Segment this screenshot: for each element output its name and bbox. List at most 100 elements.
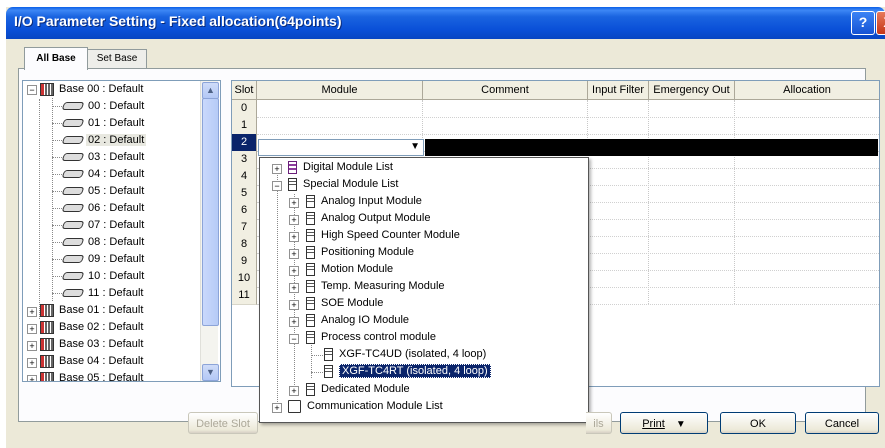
tree-item-slot-05[interactable]: 05 : Default xyxy=(61,183,146,200)
base-tree[interactable]: − Base 00 : Default 00 : Default 01 : De… xyxy=(22,80,221,382)
popup-item-xgf-tc4rt[interactable]: XGF-TC4RT (isolated, 4 loop) xyxy=(324,363,491,380)
expand-icon[interactable]: + xyxy=(289,317,299,327)
expand-digital-icon[interactable]: + xyxy=(272,164,282,174)
slot-icon xyxy=(61,289,85,298)
close-button[interactable]: X xyxy=(876,11,885,35)
tree-item-slot-09[interactable]: 09 : Default xyxy=(61,251,146,268)
collapse-base00-icon[interactable]: − xyxy=(27,85,37,95)
ok-button[interactable]: OK xyxy=(720,412,796,434)
scroll-down-icon[interactable]: ▼ xyxy=(202,364,219,381)
row-header-5[interactable]: 5 xyxy=(232,185,257,203)
popup-item-communication[interactable]: Communication Module List xyxy=(288,398,443,415)
tree-item-slot-10[interactable]: 10 : Default xyxy=(61,268,146,285)
expand-icon[interactable]: + xyxy=(289,215,299,225)
expand-dedicated-icon[interactable]: + xyxy=(289,386,299,396)
expand-base02-icon[interactable]: + xyxy=(27,324,37,334)
row-header-9[interactable]: 9 xyxy=(232,253,257,271)
row-header-2[interactable]: 2 xyxy=(232,134,257,152)
expand-base05-icon[interactable]: + xyxy=(27,375,37,381)
slot-icon xyxy=(61,255,85,264)
row-header-11[interactable]: 11 xyxy=(232,287,257,305)
tree-item-base04[interactable]: Base 04 : Default xyxy=(40,353,145,370)
tree-item-slot-01[interactable]: 01 : Default xyxy=(61,115,146,132)
module-dropdown[interactable]: ▼ xyxy=(258,139,424,156)
tree-item-slot-06[interactable]: 06 : Default xyxy=(61,200,146,217)
tree-item-slot-04[interactable]: 04 : Default xyxy=(61,166,146,183)
slot-icon xyxy=(61,272,85,281)
tree-item-base02[interactable]: Base 02 : Default xyxy=(40,319,145,336)
selected-row-highlight[interactable] xyxy=(425,139,878,156)
row-header-4[interactable]: 4 xyxy=(232,168,257,186)
cancel-button[interactable]: Cancel xyxy=(805,412,879,434)
popup-item-special[interactable]: Special Module List xyxy=(288,176,398,193)
tree-item-base00[interactable]: Base 00 : Default xyxy=(40,81,145,98)
tree-scrollbar[interactable]: ▲ ▼ xyxy=(200,81,219,381)
popup-item-xgf-tc4ud[interactable]: XGF-TC4UD (isolated, 4 loop) xyxy=(324,346,486,363)
tree-item-slot-02[interactable]: 02 : Default xyxy=(61,132,147,149)
expand-icon[interactable]: + xyxy=(289,266,299,276)
popup-item-positioning[interactable]: Positioning Module xyxy=(306,244,414,261)
print-label: Print xyxy=(642,418,665,430)
row-header-0[interactable]: 0 xyxy=(232,100,257,118)
help-button[interactable]: ? xyxy=(851,11,875,35)
module-icon xyxy=(288,160,297,174)
expand-base01-icon[interactable]: + xyxy=(27,307,37,317)
row-header-6[interactable]: 6 xyxy=(232,202,257,220)
scroll-up-icon[interactable]: ▲ xyxy=(202,82,219,99)
row-header-1[interactable]: 1 xyxy=(232,117,257,135)
popup-item-motion[interactable]: Motion Module xyxy=(306,261,393,278)
row-header-7[interactable]: 7 xyxy=(232,219,257,237)
popup-item-analog-input[interactable]: Analog Input Module xyxy=(306,193,422,210)
popup-item-digital[interactable]: Digital Module List xyxy=(288,159,393,176)
expand-icon[interactable]: + xyxy=(289,249,299,259)
collapse-process-control-icon[interactable]: − xyxy=(289,334,299,344)
expand-icon[interactable]: + xyxy=(289,198,299,208)
popup-item-analog-output[interactable]: Analog Output Module xyxy=(306,210,430,227)
tree-item-slot-03[interactable]: 03 : Default xyxy=(61,149,146,166)
tree-item-slot-11[interactable]: 11 : Default xyxy=(61,285,145,302)
row-header-8[interactable]: 8 xyxy=(232,236,257,254)
print-dropdown-icon: ▼ xyxy=(675,419,686,430)
tab-set-base[interactable]: Set Base xyxy=(87,49,147,68)
module-icon xyxy=(306,296,315,310)
column-header-emergency-out[interactable]: Emergency Out xyxy=(649,81,735,100)
popup-item-analog-io[interactable]: Analog IO Module xyxy=(306,312,409,329)
expand-icon[interactable]: + xyxy=(289,232,299,242)
tab-all-base[interactable]: All Base xyxy=(24,47,88,70)
details-button[interactable]: ils xyxy=(586,412,612,434)
collapse-special-icon[interactable]: − xyxy=(272,181,282,191)
slot-icon xyxy=(61,119,85,128)
expand-base03-icon[interactable]: + xyxy=(27,341,37,351)
row-header-3[interactable]: 3 xyxy=(232,151,257,169)
popup-item-temp-measuring[interactable]: Temp. Measuring Module xyxy=(306,278,445,295)
column-header-slot[interactable]: Slot xyxy=(232,81,257,100)
module-list-popup[interactable]: + Digital Module List − Special Module L… xyxy=(259,157,589,423)
tree-item-slot-07[interactable]: 07 : Default xyxy=(61,217,146,234)
slot-icon xyxy=(61,221,85,230)
print-button[interactable]: Print ▼ xyxy=(620,412,708,434)
row-header-10[interactable]: 10 xyxy=(232,270,257,288)
expand-icon[interactable]: + xyxy=(289,283,299,293)
module-icon xyxy=(306,194,315,208)
tree-item-base03[interactable]: Base 03 : Default xyxy=(40,336,145,353)
module-icon xyxy=(306,313,315,327)
column-header-module[interactable]: Module xyxy=(257,81,423,100)
column-header-allocation[interactable]: Allocation xyxy=(735,81,879,100)
module-icon xyxy=(306,262,315,276)
tree-item-base05[interactable]: Base 05 : Default xyxy=(40,370,145,381)
tree-item-slot-08[interactable]: 08 : Default xyxy=(61,234,146,251)
tree-item-base01[interactable]: Base 01 : Default xyxy=(40,302,145,319)
column-header-input-filter[interactable]: Input Filter xyxy=(588,81,649,100)
delete-slot-button[interactable]: Delete Slot xyxy=(188,412,258,434)
popup-item-process-control[interactable]: Process control module xyxy=(306,329,436,346)
scroll-thumb[interactable] xyxy=(202,98,219,326)
expand-base04-icon[interactable]: + xyxy=(27,358,37,368)
dropdown-arrow-icon[interactable]: ▼ xyxy=(410,141,420,152)
popup-item-soe[interactable]: SOE Module xyxy=(306,295,383,312)
expand-icon[interactable]: + xyxy=(289,300,299,310)
column-header-comment[interactable]: Comment xyxy=(423,81,588,100)
popup-item-high-speed-counter[interactable]: High Speed Counter Module xyxy=(306,227,460,244)
expand-communication-icon[interactable]: + xyxy=(272,403,282,413)
popup-item-dedicated[interactable]: Dedicated Module xyxy=(306,381,410,398)
tree-item-slot-00[interactable]: 00 : Default xyxy=(61,98,146,115)
